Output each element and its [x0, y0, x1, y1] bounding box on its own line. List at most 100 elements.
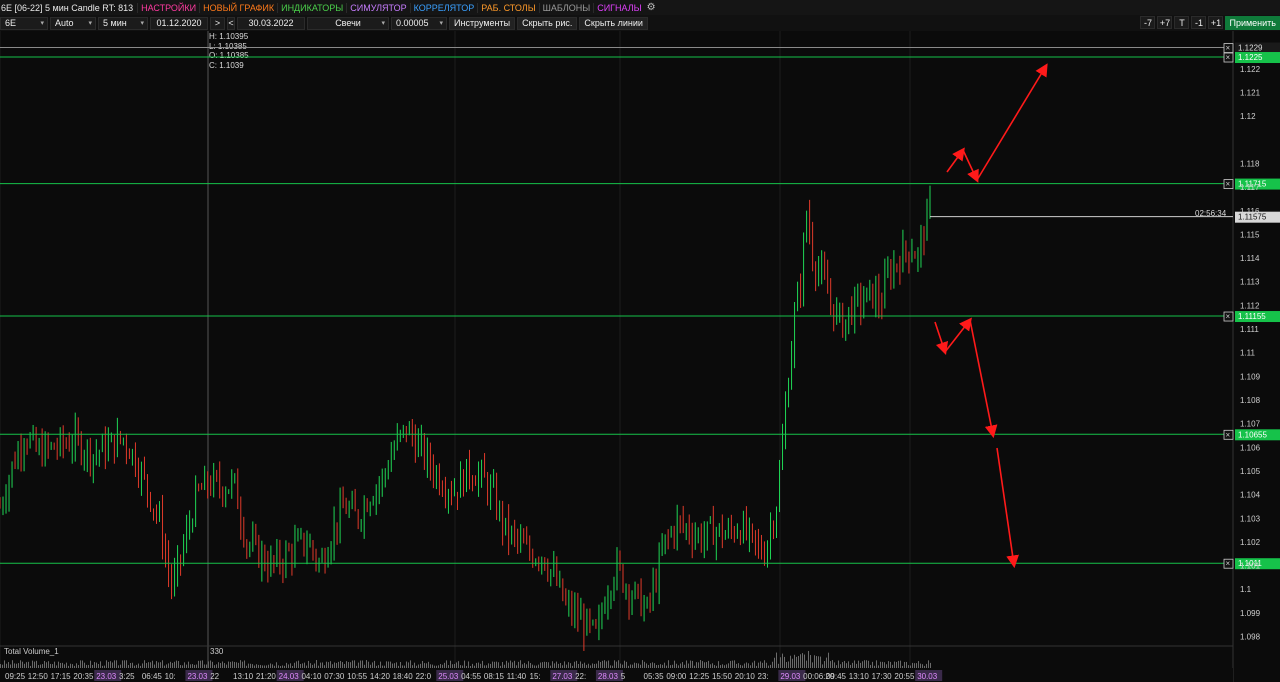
volume-bar: [446, 660, 447, 668]
volume-bar: [348, 662, 349, 668]
volume-bar: [778, 663, 779, 668]
volume-bar: [524, 662, 525, 668]
volume-bar: [310, 663, 311, 668]
volume-bar: [260, 664, 261, 668]
time-tick: 20:10: [735, 672, 756, 681]
volume-bar: [630, 664, 631, 668]
volume-bar: [500, 665, 501, 668]
time-tick: 13:10: [233, 672, 254, 681]
volume-bar: [776, 652, 777, 668]
volume-bar: [190, 664, 191, 668]
volume-bar: [662, 664, 663, 668]
volume-bar: [244, 660, 245, 668]
price-tick: 1.116: [1240, 207, 1260, 216]
volume-bar: [330, 661, 331, 668]
volume-bar: [36, 660, 37, 668]
drawn-arrow[interactable]: [996, 447, 1019, 569]
volume-label: Total Volume_1: [4, 647, 59, 656]
level-price-label: 1.11155: [1238, 312, 1266, 321]
drawn-arrow[interactable]: [969, 319, 998, 439]
price-tick: 1.121: [1240, 89, 1261, 98]
level-price-label: 1.1225: [1238, 53, 1263, 62]
volume-bar: [542, 662, 543, 668]
volume-bar: [194, 664, 195, 668]
volume-bar: [848, 661, 849, 668]
volume-bar: [572, 665, 573, 668]
volume-bar: [412, 665, 413, 668]
volume-bar: [756, 665, 757, 668]
volume-bar: [752, 662, 753, 668]
time-tick: 15:50: [712, 672, 733, 681]
volume-bar: [716, 665, 717, 668]
volume-bar: [242, 661, 243, 668]
time-tick: 13:10: [849, 672, 870, 681]
volume-bar: [386, 661, 387, 668]
price-tick: 1.12: [1240, 112, 1256, 121]
volume-bar: [856, 663, 857, 668]
volume-bar: [566, 664, 567, 668]
time-tick: 17:30: [872, 672, 893, 681]
time-tick: 09:45: [826, 672, 847, 681]
volume-bar: [24, 663, 25, 668]
drawn-arrow[interactable]: [946, 147, 965, 173]
volume-bar: [738, 663, 739, 668]
volume-bar: [286, 662, 287, 668]
volume-bar: [858, 660, 859, 668]
volume-bar: [410, 660, 411, 668]
volume-bar: [266, 665, 267, 668]
volume-bar: [360, 660, 361, 668]
price-tick: 1.117: [1240, 183, 1260, 192]
volume-bar: [320, 662, 321, 668]
volume-bar: [408, 662, 409, 668]
volume-bar: [902, 665, 903, 668]
drawn-arrow[interactable]: [976, 63, 1048, 181]
volume-bar: [506, 660, 507, 668]
volume-bar: [134, 665, 135, 668]
volume-bar: [834, 662, 835, 668]
drawn-arrow[interactable]: [934, 321, 949, 356]
drawn-arrow[interactable]: [962, 149, 979, 183]
volume-bar: [876, 660, 877, 668]
time-tick: 09:00: [666, 672, 687, 681]
volume-bar: [332, 664, 333, 668]
volume-bar: [186, 664, 187, 668]
volume-bar: [206, 664, 207, 668]
volume-bar: [346, 661, 347, 668]
volume-bar: [922, 664, 923, 668]
volume-bar: [814, 655, 815, 668]
volume-bar: [732, 660, 733, 668]
volume-bar: [34, 661, 35, 668]
volume-bar: [40, 664, 41, 668]
volume-bar: [838, 660, 839, 668]
volume-bar: [384, 665, 385, 668]
volume-bar: [518, 661, 519, 668]
volume-bar: [652, 662, 653, 668]
volume-bar: [638, 663, 639, 668]
volume-bar: [174, 661, 175, 668]
volume-bar: [282, 665, 283, 668]
price-tick: 1.098: [1240, 633, 1261, 642]
volume-bar: [840, 664, 841, 668]
volume-bar: [374, 660, 375, 668]
volume-bar: [144, 660, 145, 668]
volume-bar: [808, 650, 809, 668]
volume-bar: [440, 664, 441, 668]
volume-bar: [400, 662, 401, 668]
price-chart[interactable]: × 1.1229× 1.1225× 1.11715× 1.11155× 1.10655× 1…: [0, 0, 1280, 682]
volume-bar: [904, 661, 905, 668]
volume-bar: [894, 661, 895, 668]
volume-bar: [696, 662, 697, 668]
volume-bar: [300, 663, 301, 668]
volume-bar: [772, 661, 773, 668]
volume-bar: [188, 661, 189, 668]
volume-bar: [750, 665, 751, 668]
level-price-label: 1.10655: [1238, 430, 1267, 439]
volume-bar: [96, 662, 97, 668]
volume-bar: [860, 662, 861, 668]
time-tick: 29.03: [780, 672, 801, 681]
volume-bar: [0, 664, 1, 668]
volume-bar: [110, 661, 111, 668]
drawn-arrow[interactable]: [944, 317, 972, 353]
volume-bar: [236, 662, 237, 668]
volume-bar: [192, 664, 193, 668]
